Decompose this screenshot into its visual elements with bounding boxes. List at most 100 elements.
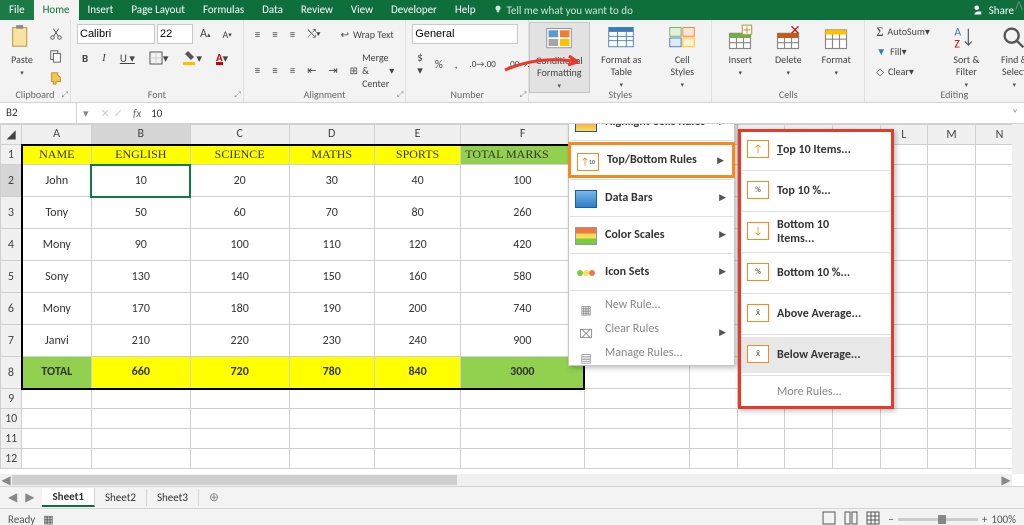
number-format-select[interactable] [412, 24, 518, 44]
tab-nav-prev[interactable]: ◀ [8, 490, 17, 505]
merge-center-button[interactable]: ⊞Merge & Center ▾ [345, 48, 400, 93]
comma-format-button[interactable]: , [450, 55, 463, 74]
col-header[interactable]: A [22, 125, 92, 145]
col-header[interactable]: D [289, 125, 374, 145]
tab-view[interactable]: View [342, 0, 382, 20]
cancel-formula[interactable]: ✕ [101, 107, 110, 120]
cut-button[interactable] [44, 24, 68, 44]
dialog-launcher[interactable]: ⤢ [234, 90, 240, 100]
cell[interactable]: 200 [374, 293, 460, 325]
bottom-align-button[interactable]: ≡ [285, 25, 300, 44]
row-header[interactable]: 11 [1, 429, 22, 449]
menu-manage-rules[interactable]: ▤ Manage Rules... [569, 341, 734, 365]
cell[interactable]: 160 [374, 261, 460, 293]
row-header[interactable]: 1 [1, 145, 22, 165]
name-box-dropdown[interactable]: ▾ [83, 107, 89, 120]
cell[interactable]: 80 [374, 197, 460, 229]
tab-review[interactable]: Review [292, 0, 342, 20]
cell[interactable]: 100 [461, 165, 585, 197]
cell[interactable]: 60 [190, 197, 289, 229]
accounting-format-button[interactable]: $ ▾ [412, 48, 428, 80]
cell[interactable]: 840 [374, 357, 460, 389]
share-button[interactable]: Share [973, 4, 1014, 17]
tab-formulas[interactable]: Formulas [194, 0, 253, 20]
cell[interactable]: SCIENCE [190, 145, 289, 165]
menu-highlight-cells-rules[interactable]: Highlight Cells Rules▶ [569, 124, 734, 138]
right-align-button[interactable]: ≡ [285, 61, 300, 80]
cell[interactable]: 30 [289, 165, 374, 197]
cell[interactable]: 190 [289, 293, 374, 325]
row-header[interactable]: 4 [1, 229, 22, 261]
menu-below-average[interactable]: x̄ Below Average... [741, 337, 891, 373]
row-header[interactable]: 10 [1, 409, 22, 429]
view-normal[interactable] [822, 511, 836, 525]
tab-file[interactable]: File [0, 0, 34, 20]
cell[interactable]: 110 [289, 229, 374, 261]
ribbon-options[interactable]: ⋀ [1014, 0, 1024, 10]
cell[interactable]: Janvi [22, 325, 92, 357]
menu-data-bars[interactable]: Data Bars▶ [569, 182, 734, 214]
underline-button[interactable]: U ▾ [115, 49, 140, 68]
format-painter-button[interactable] [44, 68, 68, 88]
row-header[interactable]: 8 [1, 357, 22, 389]
view-page-layout[interactable] [844, 511, 858, 525]
fx-button[interactable]: fx [129, 107, 145, 120]
dialog-launcher[interactable]: ⤢ [397, 90, 403, 100]
menu-bottom-10-items[interactable]: Bottom 10 Items... [741, 214, 891, 250]
col-header[interactable]: C [190, 125, 289, 145]
zoom-slider[interactable] [898, 518, 978, 521]
cell[interactable]: 260 [461, 197, 585, 229]
paste-button[interactable]: Paste ▾ [2, 22, 42, 79]
tab-page-layout[interactable]: Page Layout [122, 0, 194, 20]
row-header[interactable]: 6 [1, 293, 22, 325]
cell[interactable]: ENGLISH [91, 145, 190, 165]
tab-insert[interactable]: Insert [79, 0, 123, 20]
cell[interactable]: NAME [22, 145, 92, 165]
cell[interactable]: 50 [91, 197, 190, 229]
cell[interactable]: 130 [91, 261, 190, 293]
font-size-select[interactable] [157, 24, 193, 44]
tab-home[interactable]: Home [34, 0, 79, 20]
cell[interactable]: Sony [22, 261, 92, 293]
clear-button[interactable]: ◇Clear ▾ [871, 62, 941, 81]
name-box[interactable]: B2 [0, 103, 77, 123]
cell[interactable]: 180 [190, 293, 289, 325]
cell[interactable]: 240 [374, 325, 460, 357]
row-header[interactable]: 9 [1, 389, 22, 409]
cell[interactable]: 170 [91, 293, 190, 325]
cell[interactable]: Mony [22, 229, 92, 261]
cell[interactable]: 230 [289, 325, 374, 357]
borders-button[interactable]: ▾ [144, 48, 174, 68]
cell[interactable]: 140 [190, 261, 289, 293]
tab-data[interactable]: Data [253, 0, 292, 20]
increase-indent-button[interactable]: ⇥ [323, 61, 342, 80]
cell-styles-button[interactable]: Cell Styles▾ [653, 22, 712, 91]
increase-decimal-button[interactable]: .0→.00 [464, 56, 500, 73]
decrease-font-button[interactable]: A▾ [217, 25, 236, 44]
cell[interactable]: 420 [461, 229, 585, 261]
sheet-tab[interactable]: Sheet1 [42, 488, 95, 507]
format-as-table-button[interactable]: Format as Table▾ [592, 22, 651, 91]
cell[interactable]: 100 [190, 229, 289, 261]
menu-top-10-items[interactable]: Top 10 Items... [741, 132, 891, 168]
autosum-button[interactable]: ∑AutoSum ▾ [871, 22, 941, 41]
italic-button[interactable]: I [97, 49, 111, 67]
menu-top-10-percent[interactable]: % Top 10 %... [741, 173, 891, 209]
enter-formula[interactable]: ✓ [114, 107, 123, 120]
formula-bar-expand[interactable]: ˅ [1012, 107, 1024, 120]
tab-nav-next[interactable]: ▶ [25, 490, 34, 505]
vertical-scrollbar[interactable] [1012, 124, 1024, 474]
menu-more-rules[interactable]: More Rules... [741, 378, 891, 406]
font-color-button[interactable]: A▾ [211, 48, 233, 68]
cell[interactable]: 780 [289, 357, 374, 389]
delete-cells-button[interactable]: Delete▾ [765, 22, 811, 79]
row-header[interactable]: 5 [1, 261, 22, 293]
menu-clear-rules[interactable]: ⌧ Clear Rules▶ [569, 317, 734, 341]
cell[interactable]: TOTAL MARKS [461, 145, 585, 165]
cell[interactable]: 90 [91, 229, 190, 261]
percent-format-button[interactable]: % [430, 55, 448, 74]
sort-filter-button[interactable]: AZ Sort & Filter▾ [943, 22, 989, 91]
center-align-button[interactable]: ≡ [267, 61, 282, 80]
orientation-button[interactable]: ⤭▾ [302, 24, 325, 44]
fill-button[interactable]: ▼Fill ▾ [871, 42, 941, 61]
